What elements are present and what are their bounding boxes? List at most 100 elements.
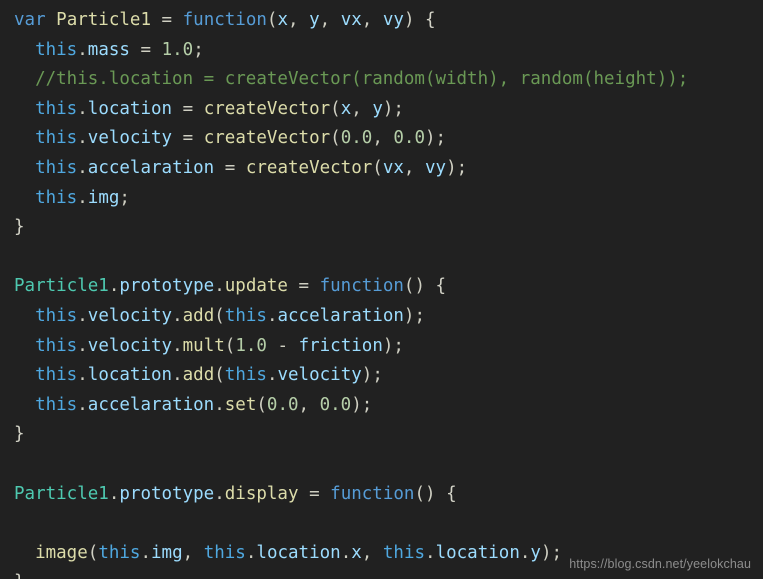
code-token: ( <box>214 365 225 386</box>
code-token: . <box>108 483 120 504</box>
code-token: this <box>35 335 78 356</box>
code-token: = <box>298 276 310 297</box>
code-line[interactable] <box>0 509 763 539</box>
code-token: , <box>351 98 373 119</box>
code-line[interactable]: this.velocity = createVector(0.0, 0.0); <box>0 124 763 154</box>
code-line[interactable]: Particle1.prototype.update = function() … <box>0 272 763 302</box>
code-line[interactable]: this.accelaration.set(0.0, 0.0); <box>0 391 763 421</box>
code-token: . <box>172 335 183 356</box>
code-token: 0.0 <box>319 394 352 415</box>
code-token: , <box>298 394 320 415</box>
code-token: . <box>172 365 183 386</box>
code-line[interactable]: Particle1.prototype.display = function()… <box>0 480 763 510</box>
code-line[interactable]: this.velocity.mult(1.0 - friction); <box>0 332 763 362</box>
code-token: this <box>224 305 267 326</box>
code-token: x <box>351 542 362 563</box>
code-token: this <box>35 128 78 149</box>
code-token: image <box>35 542 88 563</box>
code-token: Particle1 <box>14 276 109 297</box>
code-editor-pane[interactable]: var Particle1 = function(x, y, vx, vy) {… <box>0 0 763 579</box>
code-token: . <box>77 305 88 326</box>
code-token: this <box>35 365 78 386</box>
code-token: ); <box>403 305 425 326</box>
code-line[interactable]: this.location.add(this.velocity); <box>0 361 763 391</box>
code-token: . <box>77 39 88 60</box>
code-token: . <box>245 542 257 563</box>
code-token: function <box>319 276 404 297</box>
code-line[interactable]: } <box>0 213 763 243</box>
code-line[interactable]: var Particle1 = function(x, y, vx, vy) { <box>0 6 763 36</box>
code-token: ( <box>214 305 225 326</box>
code-token: . <box>77 335 88 356</box>
code-token: { <box>435 276 447 297</box>
code-token: function <box>182 10 267 30</box>
code-token: ( <box>372 157 383 178</box>
code-token: = <box>161 10 173 30</box>
code-token: ) <box>403 10 415 30</box>
code-token: velocity <box>277 365 362 386</box>
code-token: ( <box>224 335 236 356</box>
code-token: this <box>35 394 78 415</box>
code-token: accelaration <box>87 157 215 178</box>
code-token: img <box>87 187 120 208</box>
code-token: vx <box>382 157 404 178</box>
code-line[interactable]: this.location = createVector(x, y); <box>0 95 763 125</box>
code-line[interactable] <box>0 450 763 480</box>
code-token: - <box>277 335 289 356</box>
code-token: , <box>361 10 383 30</box>
code-token: prototype <box>119 483 215 504</box>
code-line[interactable] <box>0 243 763 273</box>
code-token: this <box>98 542 141 563</box>
code-line[interactable]: this.mass = 1.0; <box>0 36 763 66</box>
code-token: //this.location = createVector(random(wi… <box>35 69 689 90</box>
code-token: , <box>361 542 383 563</box>
code-token: . <box>77 157 88 178</box>
code-token: { <box>446 483 457 504</box>
code-token: location <box>87 98 173 119</box>
code-token: accelaration <box>87 394 215 415</box>
code-token: 1.0 <box>235 335 267 356</box>
watermark-url: https://blog.csdn.net/yeelokchau <box>569 557 751 571</box>
code-token: . <box>266 365 278 386</box>
code-token: , <box>372 128 394 149</box>
code-token: . <box>519 542 531 563</box>
code-token: Particle1 <box>14 483 109 504</box>
code-token: . <box>172 305 183 326</box>
code-token: . <box>214 394 225 415</box>
code-token: 0.0 <box>393 128 425 149</box>
code-token: ( <box>330 128 341 149</box>
code-token: } <box>14 572 25 579</box>
code-token: { <box>425 10 436 30</box>
code-token: createVector <box>203 98 331 119</box>
code-token: } <box>14 217 25 238</box>
code-token: set <box>224 394 257 415</box>
code-token: this <box>35 305 78 326</box>
code-line[interactable]: this.accelaration = createVector(vx, vy)… <box>0 154 763 184</box>
code-line[interactable]: this.img; <box>0 184 763 214</box>
code-line[interactable]: this.velocity.add(this.accelaration); <box>0 302 763 332</box>
code-token: 0.0 <box>340 128 373 149</box>
code-token: velocity <box>87 305 173 326</box>
code-token: , <box>403 157 425 178</box>
code-token: vy <box>382 10 404 30</box>
code-token: ( <box>256 394 267 415</box>
code-line[interactable]: //this.location = createVector(random(wi… <box>0 65 763 95</box>
code-line[interactable]: } <box>0 420 763 450</box>
code-token: mult <box>182 335 225 356</box>
code-token: x <box>277 10 289 30</box>
code-token: , <box>288 10 310 30</box>
